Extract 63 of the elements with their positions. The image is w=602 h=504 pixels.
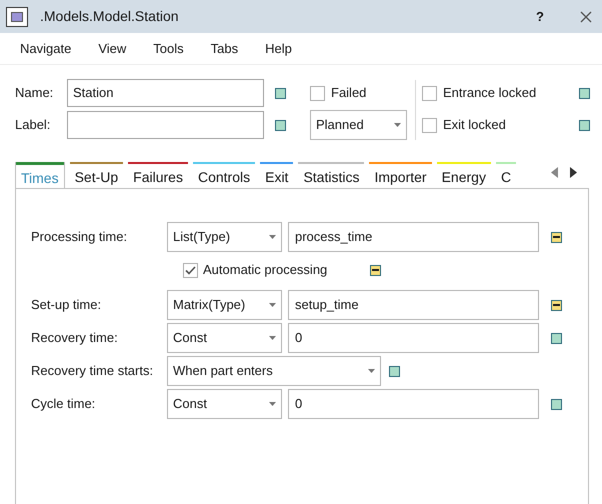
caret-icon: [394, 123, 401, 127]
field-label: Recovery time starts:: [31, 362, 154, 380]
tab[interactable]: Set-Up: [70, 162, 124, 188]
window-icon: [6, 6, 28, 26]
menu-item[interactable]: Tools: [153, 38, 184, 58]
tab[interactable]: Failures: [128, 162, 188, 188]
tab[interactable]: Times: [15, 162, 65, 188]
tab[interactable]: Statistics: [298, 162, 364, 188]
checkbox-label: Exit locked: [443, 116, 507, 134]
checkbox[interactable]: [183, 262, 198, 278]
tab[interactable]: Controls: [192, 162, 256, 188]
checkbox[interactable]: [422, 118, 437, 132]
text-field[interactable]: process_time: [288, 222, 539, 252]
inheritance-icon[interactable]: [275, 88, 286, 98]
caret-icon: [269, 336, 276, 340]
close-icon[interactable]: [580, 10, 592, 22]
inheritance-icon[interactable]: [551, 232, 562, 242]
field-label: Name:: [15, 84, 54, 102]
caret-icon: [269, 402, 276, 406]
field-label: Cycle time:: [31, 395, 96, 414]
menu-item[interactable]: Navigate: [20, 38, 72, 58]
text-field[interactable]: setup_time: [288, 290, 539, 320]
field-label: Set-up time:: [31, 296, 102, 314]
inheritance-icon[interactable]: [551, 398, 562, 410]
dropdown[interactable]: Const: [167, 389, 282, 419]
checkbox[interactable]: [422, 86, 437, 100]
inheritance-icon[interactable]: [551, 332, 562, 344]
checkbox-label: Failed: [331, 84, 366, 102]
inheritance-icon[interactable]: [579, 88, 590, 98]
dropdown[interactable]: Planned: [310, 110, 407, 140]
text-field[interactable]: Station: [67, 79, 264, 107]
menu-item[interactable]: View: [98, 38, 126, 58]
caret-icon: [269, 303, 276, 307]
text-field[interactable]: 0: [288, 389, 539, 419]
checkbox-label: Entrance locked: [443, 84, 538, 102]
menu-item[interactable]: Tabs: [210, 38, 238, 58]
text-field[interactable]: 0: [288, 323, 539, 353]
caret-icon: [269, 235, 276, 239]
inheritance-icon[interactable]: [389, 366, 400, 376]
inheritance-icon[interactable]: [579, 120, 590, 130]
dropdown[interactable]: Matrix(Type): [167, 290, 282, 320]
field-label: Processing time:: [31, 228, 128, 246]
tab[interactable]: Energy: [436, 162, 491, 188]
field-label: Recovery time:: [31, 329, 119, 348]
caret-icon: [368, 369, 375, 373]
checkbox[interactable]: [310, 86, 325, 100]
tab[interactable]: Importer: [369, 162, 432, 188]
inheritance-icon[interactable]: [551, 300, 562, 310]
checkbox-label: Automatic processing: [203, 261, 328, 280]
scroll-left-icon[interactable]: [551, 166, 558, 178]
tab[interactable]: C: [496, 162, 516, 188]
dropdown[interactable]: Const: [167, 323, 282, 353]
inheritance-icon[interactable]: [370, 264, 381, 276]
window-title: .Models.Model.Station: [40, 7, 179, 26]
dropdown[interactable]: List(Type): [167, 222, 282, 252]
help-button[interactable]: ?: [536, 6, 544, 26]
inheritance-icon[interactable]: [275, 120, 286, 130]
menu-item[interactable]: Help: [265, 38, 292, 58]
text-field[interactable]: [67, 111, 264, 139]
field-label: Label:: [15, 116, 52, 134]
dropdown[interactable]: When part enters: [167, 356, 381, 386]
scroll-right-icon[interactable]: [570, 166, 577, 178]
tab[interactable]: Exit: [260, 162, 294, 188]
